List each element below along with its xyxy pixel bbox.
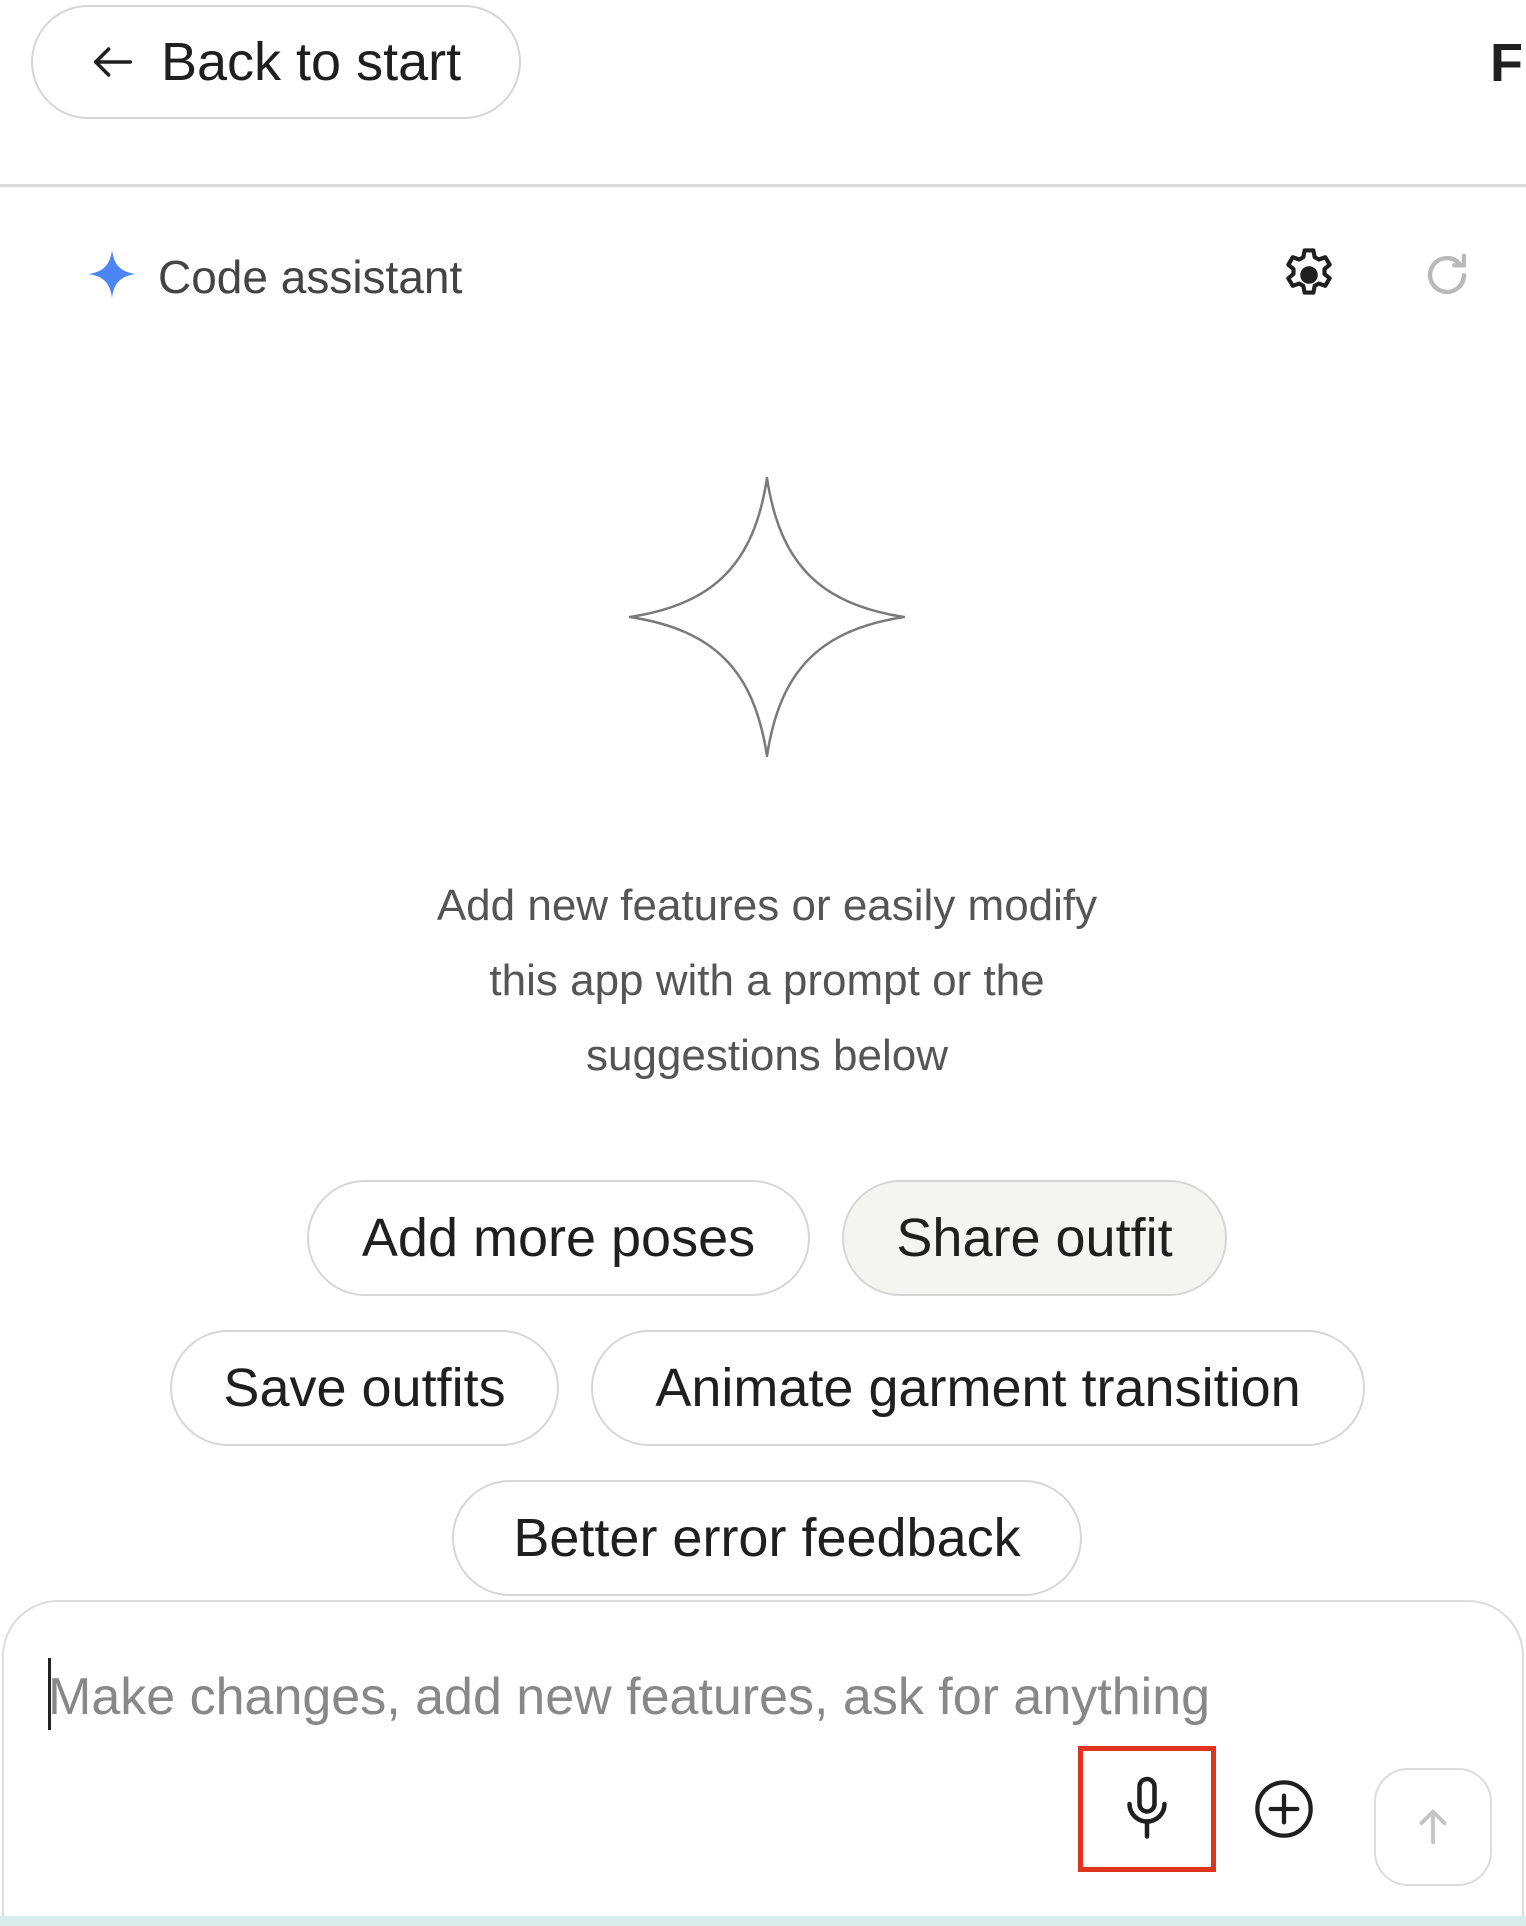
- intro-line: suggestions below: [585, 1031, 948, 1080]
- arrow-up-icon: [1419, 1809, 1447, 1845]
- suggestion-share-outfit[interactable]: Share outfit: [842, 1180, 1227, 1296]
- suggestion-save-outfits[interactable]: Save outfits: [170, 1330, 559, 1446]
- panel-title: Code assistant: [158, 251, 463, 303]
- prompt-input[interactable]: [48, 1652, 1448, 1742]
- suggestion-better-error-feedback[interactable]: Better error feedback: [452, 1480, 1082, 1596]
- bottom-edge-strip: [0, 1916, 1526, 1926]
- intro-line: this app with a prompt or the: [489, 956, 1045, 1005]
- intro-line: Add new features or easily modify: [436, 881, 1098, 930]
- top-bar: Back to start F: [0, 0, 1526, 187]
- arrow-left-icon: [93, 47, 133, 77]
- microphone-button[interactable]: [1078, 1746, 1216, 1872]
- intro-text: Add new features or easily modify this a…: [300, 868, 1234, 1093]
- large-sparkle-icon: [628, 476, 906, 758]
- send-button[interactable]: [1374, 1768, 1492, 1886]
- truncated-title-text: F: [1490, 33, 1523, 93]
- suggestion-animate-garment-transition[interactable]: Animate garment transition: [591, 1330, 1365, 1446]
- suggestion-add-more-poses[interactable]: Add more poses: [307, 1180, 810, 1296]
- sparkle-icon: [88, 250, 136, 298]
- back-to-start-label: Back to start: [161, 32, 462, 92]
- text-cursor: [48, 1658, 51, 1730]
- refresh-icon[interactable]: [1418, 246, 1476, 304]
- gear-icon[interactable]: [1278, 244, 1340, 306]
- prompt-composer: [2, 1600, 1524, 1926]
- assistant-header: Code assistant: [0, 232, 1526, 322]
- add-attachment-icon[interactable]: [1252, 1777, 1316, 1841]
- microphone-icon: [1127, 1776, 1167, 1839]
- back-to-start-button[interactable]: Back to start: [31, 5, 521, 119]
